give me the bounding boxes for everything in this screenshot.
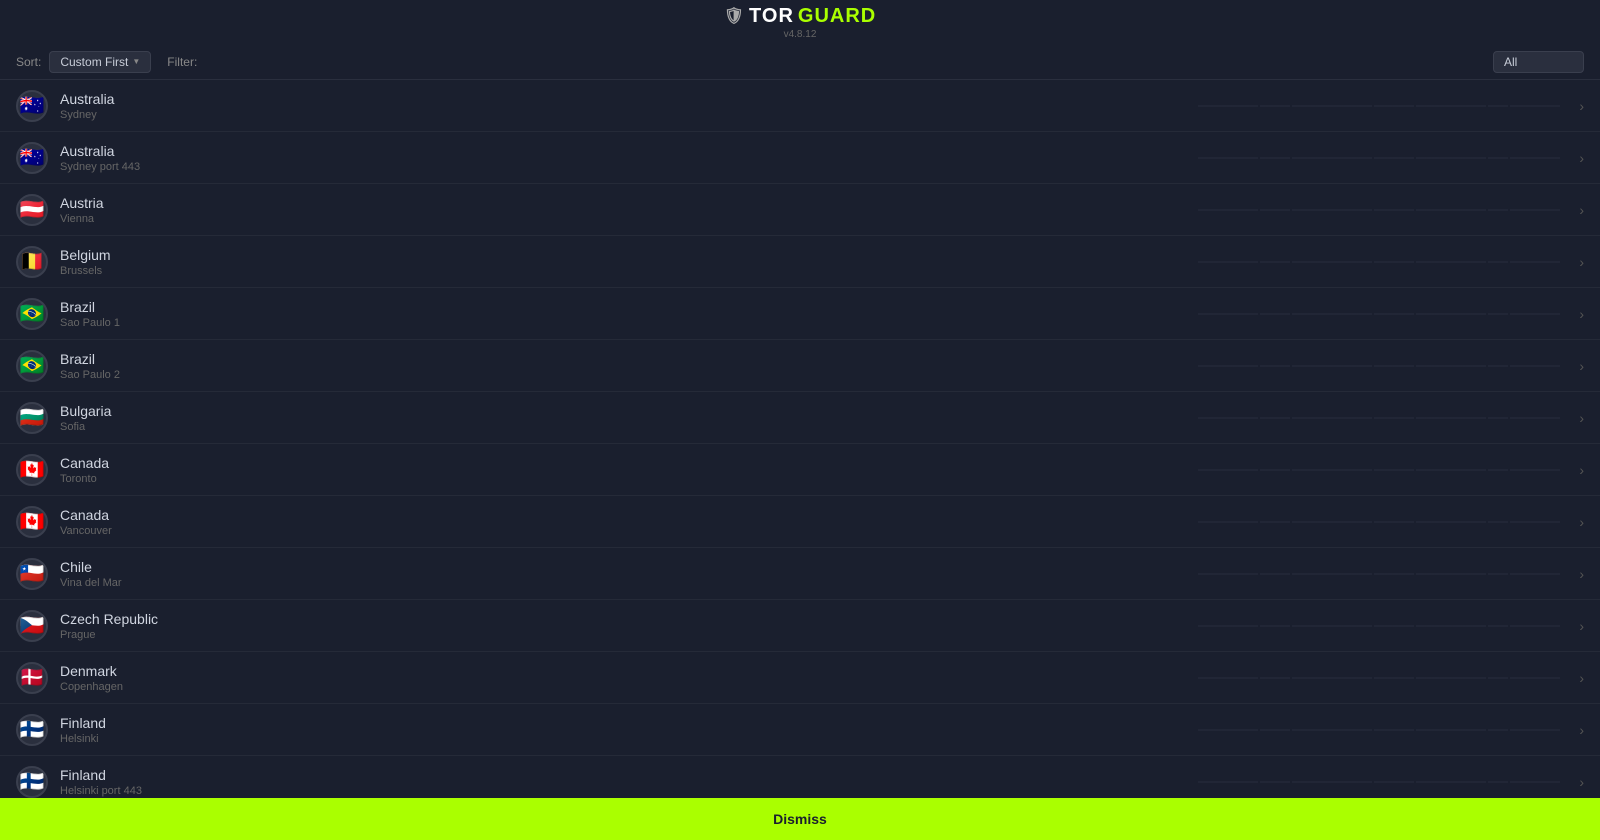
server-city: Copenhagen xyxy=(60,681,1584,693)
server-city: Helsinki port 443 xyxy=(60,785,1584,797)
chevron-right-icon: › xyxy=(1579,774,1584,790)
server-city: Sydney xyxy=(60,109,1584,121)
signal-lines xyxy=(1198,625,1560,626)
chevron-right-icon: › xyxy=(1579,618,1584,634)
flag-icon: 🇨🇦 xyxy=(16,506,48,538)
dismiss-label: Dismiss xyxy=(773,811,827,827)
signal-lines xyxy=(1198,417,1560,418)
chevron-right-icon: › xyxy=(1579,566,1584,582)
app-header: 🛡 TORGUARD v4.8.12 xyxy=(0,0,1600,44)
chevron-right-icon: › xyxy=(1579,410,1584,426)
logo-tor: TOR xyxy=(749,5,794,28)
app-version: v4.8.12 xyxy=(784,29,817,40)
logo-guard: GUARD xyxy=(798,5,876,28)
list-item[interactable]: 🇩🇰DenmarkCopenhagen› xyxy=(0,652,1600,704)
chevron-right-icon: › xyxy=(1579,670,1584,686)
list-item[interactable]: 🇧🇷BrazilSao Paulo 1› xyxy=(0,288,1600,340)
list-item[interactable]: 🇨🇦CanadaToronto› xyxy=(0,444,1600,496)
server-city: Prague xyxy=(60,629,1584,641)
server-city: Sao Paulo 2 xyxy=(60,369,1584,381)
server-city: Brussels xyxy=(60,265,1584,277)
signal-lines xyxy=(1198,365,1560,366)
server-city: Vienna xyxy=(60,213,1584,225)
server-city: Sydney port 443 xyxy=(60,161,1584,173)
filter-select-wrapper: All Streaming Standard xyxy=(1493,51,1584,73)
chevron-right-icon: › xyxy=(1579,462,1584,478)
toolbar: Sort: Custom First Filter: All Streaming… xyxy=(0,44,1600,80)
list-item[interactable]: 🇫🇮FinlandHelsinki› xyxy=(0,704,1600,756)
signal-lines xyxy=(1198,261,1560,262)
logo: 🛡 TORGUARD v4.8.12 xyxy=(724,5,877,40)
chevron-right-icon: › xyxy=(1579,514,1584,530)
flag-icon: 🇨🇿 xyxy=(16,610,48,642)
server-city: Vina del Mar xyxy=(60,577,1584,589)
signal-lines xyxy=(1198,313,1560,314)
server-city: Vancouver xyxy=(60,525,1584,537)
list-item[interactable]: 🇦🇺AustraliaSydney› xyxy=(0,80,1600,132)
flag-icon: 🇦🇹 xyxy=(16,194,48,226)
flag-icon: 🇨🇱 xyxy=(16,558,48,590)
server-city: Toronto xyxy=(60,473,1584,485)
list-item[interactable]: 🇨🇦CanadaVancouver› xyxy=(0,496,1600,548)
flag-icon: 🇫🇮 xyxy=(16,766,48,798)
flag-icon: 🇧🇷 xyxy=(16,298,48,330)
sort-label: Sort: xyxy=(16,55,41,69)
server-city: Helsinki xyxy=(60,733,1584,745)
signal-lines xyxy=(1198,105,1560,106)
list-item[interactable]: 🇨🇱ChileVina del Mar› xyxy=(0,548,1600,600)
filter-label: Filter: xyxy=(167,55,197,69)
server-city: Sofia xyxy=(60,421,1584,433)
signal-lines xyxy=(1198,573,1560,574)
list-item[interactable]: 🇦🇹AustriaVienna› xyxy=(0,184,1600,236)
flag-icon: 🇧🇬 xyxy=(16,402,48,434)
chevron-right-icon: › xyxy=(1579,358,1584,374)
list-item[interactable]: 🇧🇷BrazilSao Paulo 2› xyxy=(0,340,1600,392)
sort-button[interactable]: Custom First xyxy=(49,51,151,73)
list-item[interactable]: 🇦🇺AustraliaSydney port 443› xyxy=(0,132,1600,184)
chevron-right-icon: › xyxy=(1579,306,1584,322)
flag-icon: 🇧🇷 xyxy=(16,350,48,382)
flag-icon: 🇫🇮 xyxy=(16,714,48,746)
filter-select[interactable]: All Streaming Standard xyxy=(1493,51,1584,73)
signal-lines xyxy=(1198,157,1560,158)
signal-lines xyxy=(1198,469,1560,470)
signal-lines xyxy=(1198,729,1560,730)
chevron-right-icon: › xyxy=(1579,722,1584,738)
flag-icon: 🇨🇦 xyxy=(16,454,48,486)
list-item[interactable]: 🇧🇬BulgariaSofia› xyxy=(0,392,1600,444)
list-item[interactable]: 🇫🇮FinlandHelsinki port 443› xyxy=(0,756,1600,798)
dismiss-button[interactable]: Dismiss xyxy=(0,798,1600,840)
flag-icon: 🇩🇰 xyxy=(16,662,48,694)
server-city: Sao Paulo 1 xyxy=(60,317,1584,329)
chevron-right-icon: › xyxy=(1579,254,1584,270)
list-item[interactable]: 🇧🇪BelgiumBrussels› xyxy=(0,236,1600,288)
signal-lines xyxy=(1198,209,1560,210)
chevron-right-icon: › xyxy=(1579,150,1584,166)
signal-lines xyxy=(1198,521,1560,522)
flag-icon: 🇦🇺 xyxy=(16,90,48,122)
chevron-right-icon: › xyxy=(1579,202,1584,218)
flag-icon: 🇧🇪 xyxy=(16,246,48,278)
list-item[interactable]: 🇨🇿Czech RepublicPrague› xyxy=(0,600,1600,652)
shield-icon: 🛡 xyxy=(724,6,745,26)
server-list: 🇦🇺AustraliaSydney›🇦🇺AustraliaSydney port… xyxy=(0,80,1600,798)
signal-lines xyxy=(1198,781,1560,782)
flag-icon: 🇦🇺 xyxy=(16,142,48,174)
chevron-right-icon: › xyxy=(1579,98,1584,114)
signal-lines xyxy=(1198,677,1560,678)
